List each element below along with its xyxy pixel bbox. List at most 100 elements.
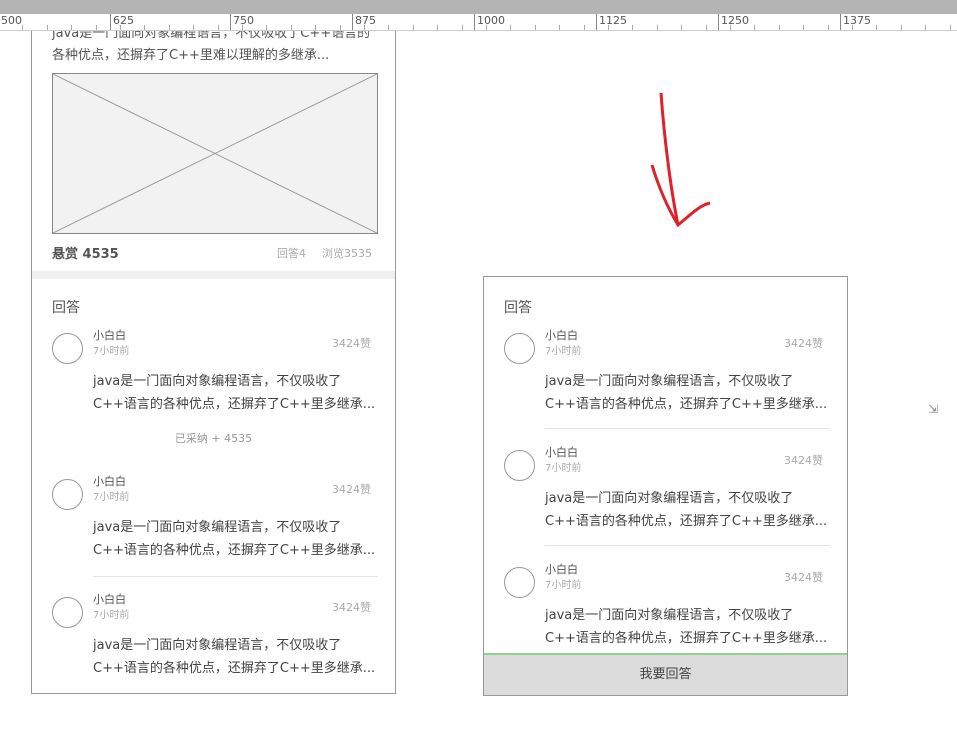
- ruler-tick: [608, 25, 609, 30]
- likes[interactable]: 3424赞: [332, 335, 371, 351]
- placeholder-cross-icon: [52, 73, 378, 234]
- ruler-tick: [705, 25, 707, 30]
- ruler-tick: [290, 25, 292, 30]
- ruler-tick: [461, 25, 463, 30]
- answer-item[interactable]: 小白白 7小时前 3424赞 java是一门面向对象编程语言，不仅吸收了C++语…: [52, 327, 377, 437]
- ruler-tick: [217, 25, 219, 30]
- red-arrow-annotation: [650, 92, 711, 228]
- ruler-tick: [168, 25, 170, 30]
- horizontal-ruler[interactable]: 500 625 750 875 1000 1125 1250 1375: [0, 14, 957, 31]
- ruler-label: 500: [0, 14, 22, 30]
- timestamp: 7小时前: [93, 492, 130, 503]
- avatar: [52, 479, 83, 510]
- ruler-tick: [583, 25, 585, 30]
- answer-item[interactable]: 小白白 7小时前 3424赞 java是一门面向对象编程语言，不仅吸收了C++语…: [52, 591, 377, 693]
- ruler-tick: [339, 25, 341, 30]
- ruler-tick: [22, 25, 24, 30]
- ruler-tick: [534, 25, 536, 30]
- answer-item[interactable]: 小白白 7小时前 3424赞 java是一门面向对象编程语言，不仅吸收了C++语…: [52, 473, 377, 583]
- ruler-tick: [656, 25, 658, 30]
- user-name: 小白白: [545, 446, 578, 459]
- user-name: 小白白: [93, 593, 126, 606]
- timestamp: 7小时前: [545, 346, 582, 357]
- timestamp: 7小时前: [93, 346, 130, 357]
- image-placeholder: [52, 73, 378, 234]
- avatar: [504, 450, 535, 481]
- ruler-tick: [949, 25, 951, 30]
- likes[interactable]: 3424赞: [332, 599, 371, 615]
- answer-body: java是一门面向对象编程语言，不仅吸收了C++语言的各种优点，还摒弃了C++里…: [545, 608, 828, 646]
- ruler-tick: [242, 25, 243, 30]
- section-title: 回答: [504, 300, 532, 316]
- likes[interactable]: 3424赞: [784, 335, 823, 351]
- likes[interactable]: 3424赞: [784, 569, 823, 585]
- ruler-tick: [120, 25, 121, 30]
- answer-list-mockup: 回答 小白白 7小时前 3424赞 java是一门面向对象编程语言，不仅吸收了C…: [483, 276, 848, 696]
- adopted-badge: 已采纳 + 4535: [174, 432, 253, 445]
- likes[interactable]: 3424赞: [332, 481, 371, 497]
- answer-item[interactable]: 小白白 7小时前 3424赞 java是一门面向对象编程语言，不仅吸收了C++语…: [504, 327, 829, 437]
- ruler-tick: [71, 25, 73, 30]
- section-title: 回答: [52, 300, 80, 316]
- user-name: 小白白: [545, 563, 578, 576]
- ruler-tick: [754, 25, 756, 30]
- user-name: 小白白: [93, 329, 126, 342]
- question-detail-mockup: java是一门面向对象编程语言，不仅吸收了C++语言的各种优点，还摒弃了C++里…: [31, 31, 396, 694]
- answer-body: java是一门面向对象编程语言，不仅吸收了C++语言的各种优点，还摒弃了C++里…: [93, 638, 376, 676]
- ruler-tick: [193, 25, 195, 30]
- reward: 悬赏 4535: [52, 247, 119, 262]
- divider: [93, 576, 378, 577]
- ruler-tick: [144, 25, 146, 30]
- ruler-label: 1000: [474, 14, 505, 30]
- ruler-tick: [632, 25, 634, 30]
- answer-body: java是一门面向对象编程语言，不仅吸收了C++语言的各种优点，还摒弃了C++里…: [93, 520, 376, 558]
- ruler-tick: [46, 25, 48, 30]
- user-name: 小白白: [545, 329, 578, 342]
- answer-button[interactable]: 我要回答: [484, 653, 847, 695]
- ruler-tick: [412, 25, 414, 30]
- ruler-tick: [925, 25, 927, 30]
- ruler-tick: [266, 25, 268, 30]
- answers-count: 回答4: [277, 247, 306, 260]
- ruler-tick: [95, 25, 97, 30]
- title-bar: [0, 0, 957, 14]
- answer-body: java是一门面向对象编程语言，不仅吸收了C++语言的各种优点，还摒弃了C++里…: [545, 491, 828, 529]
- ruler-label: 625: [110, 14, 134, 30]
- ruler-tick: [559, 25, 561, 30]
- answer-body: java是一门面向对象编程语言，不仅吸收了C++语言的各种优点，还摒弃了C++里…: [545, 374, 828, 412]
- user-name: 小白白: [93, 475, 126, 488]
- views-count: 浏览3535: [322, 247, 372, 260]
- timestamp: 7小时前: [93, 610, 130, 621]
- ruler-label: 1375: [840, 14, 871, 30]
- avatar: [504, 333, 535, 364]
- avatar: [52, 333, 83, 364]
- ruler-label: 1125: [596, 14, 627, 30]
- ruler-tick: [510, 25, 512, 30]
- ruler-tick: [852, 25, 853, 30]
- question-intro: java是一门面向对象编程语言，不仅吸收了C++语言的各种优点，还摒弃了C++里…: [52, 31, 371, 63]
- ruler-tick: [876, 25, 878, 30]
- ruler-tick: [730, 25, 731, 30]
- ruler-tick: [486, 25, 487, 30]
- avatar: [52, 597, 83, 628]
- divider: [545, 428, 830, 429]
- avatar: [504, 567, 535, 598]
- ruler-tick: [778, 25, 780, 30]
- cursor-icon: ⇲: [928, 402, 939, 416]
- ruler-tick: [681, 25, 683, 30]
- ruler-tick: [388, 25, 390, 30]
- timestamp: 7小时前: [545, 580, 582, 591]
- divider: [32, 271, 395, 279]
- ruler-tick: [437, 25, 439, 30]
- divider: [545, 545, 830, 546]
- ruler-tick: [315, 25, 317, 30]
- ruler-tick: [900, 25, 902, 30]
- answer-item[interactable]: 小白白 7小时前 3424赞 java是一门面向对象编程语言，不仅吸收了C++语…: [504, 444, 829, 554]
- likes[interactable]: 3424赞: [784, 452, 823, 468]
- ruler-tick: [827, 25, 829, 30]
- answer-body: java是一门面向对象编程语言，不仅吸收了C++语言的各种优点，还摒弃了C++里…: [93, 374, 376, 412]
- question-meta: 悬赏 4535 回答4 浏览3535: [52, 243, 372, 263]
- ruler-label: 1250: [718, 14, 749, 30]
- ruler-tick: [364, 25, 365, 30]
- timestamp: 7小时前: [545, 463, 582, 474]
